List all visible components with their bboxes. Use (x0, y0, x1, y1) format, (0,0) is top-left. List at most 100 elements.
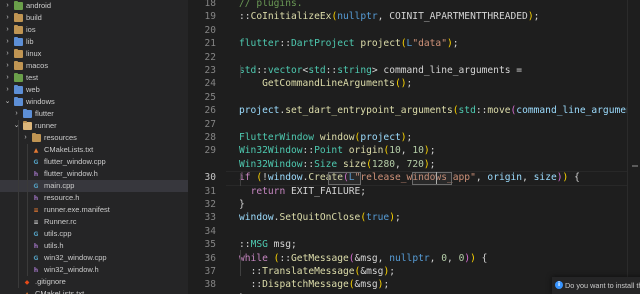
code-token: while (239, 252, 268, 264)
tree-item-label: runner (35, 121, 57, 130)
code-token: } (239, 199, 245, 210)
folder-item[interactable]: › ios (0, 24, 188, 36)
folder-icon (23, 120, 32, 130)
file-item[interactable]: h flutter_window.h (0, 168, 188, 180)
chevron-right-icon[interactable]: › (22, 132, 29, 144)
cmake-icon: ▲ (24, 290, 30, 294)
line-number: 24 (204, 78, 216, 90)
code-token: :: (239, 239, 251, 251)
chevron-right-icon[interactable]: › (4, 0, 11, 12)
code-token: std (458, 105, 476, 117)
file-item[interactable]: Gmain.cpp (0, 180, 188, 192)
code-line[interactable]: GetCommandLineArguments(); (239, 77, 412, 90)
chevron-right-icon[interactable]: › (4, 84, 11, 96)
file-item[interactable]: ▲ CMakeLists.txt (0, 144, 188, 156)
indent-guide (240, 65, 241, 78)
code-line[interactable]: return EXIT_FAILURE; (239, 185, 367, 198)
code-token: vector (267, 65, 303, 76)
notification-toast[interactable]: i Do you want to install the (552, 277, 640, 294)
code-line[interactable]: flutter::DartProject project(L"data"); (239, 37, 459, 50)
code-line[interactable]: if (!window.Create(L"release_windows_app… (239, 171, 580, 184)
line-number: 36 (204, 252, 216, 264)
code-token: 10 (389, 145, 401, 157)
code-token: TranslateMessage (262, 266, 355, 277)
code-token: ; (383, 279, 390, 291)
code-line[interactable]: window.SetQuitOnClose(true); (239, 211, 401, 224)
line-number: 33 (204, 212, 216, 224)
code-editor[interactable]: 18 19 20 21 22 23 24 25 26 27 28 29 30 31 32 33 34 35 36 37… (188, 0, 640, 294)
file-item[interactable]: ≡ Runner.rc (0, 216, 188, 228)
code-line[interactable]: project.set_dart_entrypoint_arguments(st… (239, 104, 640, 117)
chevron-right-icon[interactable]: › (4, 72, 11, 84)
code-token: :: (250, 266, 263, 277)
code-token: window (319, 132, 355, 143)
file-item[interactable]: ≡ runner.exe.manifest (0, 204, 188, 216)
chevron-right-icon[interactable]: › (4, 60, 11, 72)
chevron-right-icon[interactable]: › (13, 108, 20, 120)
code-line[interactable]: std::vector<std::string> command_line_ar… (239, 64, 522, 77)
line-number: 29 (204, 145, 216, 157)
code-token: window (267, 172, 303, 184)
file-item[interactable]: h resource.h (0, 192, 188, 204)
code-line[interactable]: ::MSG msg; (239, 238, 297, 251)
tree-item-label: windows (26, 97, 55, 106)
file-item[interactable]: h utils.h (0, 240, 188, 252)
folder-icon (14, 60, 23, 70)
file-item[interactable]: h win32_window.h (0, 264, 188, 276)
chevron-right-icon[interactable]: › (4, 48, 11, 60)
file-item[interactable]: ◆ .gitignore (0, 276, 188, 288)
file-item[interactable]: ▲ CMakeLists.txt (0, 288, 188, 294)
folder-item[interactable]: › resources (0, 132, 188, 144)
vertical-scrollbar[interactable] (627, 0, 640, 294)
code-token: project (360, 38, 401, 50)
code-token: nullptr (389, 252, 430, 264)
line-number: 21 (204, 38, 216, 50)
code-token: window (239, 212, 274, 224)
code-line[interactable]: ::TranslateMessage(&msg); (239, 265, 395, 278)
chevron-down-icon[interactable]: ⌄ (4, 96, 11, 108)
cpp-file-icon: G (33, 158, 39, 166)
tree-item-label: win32_window.cpp (44, 253, 107, 262)
folder-item[interactable]: › lib (0, 36, 188, 48)
file-item[interactable]: Gwin32_window.cpp (0, 252, 188, 264)
folder-item[interactable]: › web (0, 84, 188, 96)
code-token: ; (389, 266, 395, 277)
folder-item[interactable]: › android (0, 0, 188, 12)
code-token: ; (406, 132, 413, 143)
folder-item[interactable]: ⌄ runner (0, 120, 188, 132)
h-file-icon: h (33, 242, 39, 250)
cpp-file-icon: G (33, 182, 39, 190)
code-line[interactable]: ::DispatchMessage(&msg); (239, 278, 390, 291)
code-line[interactable]: while (::GetMessage(&msg, nullptr, 0, 0)… (239, 252, 487, 265)
code-token: ; (429, 158, 436, 170)
code-token: ; (406, 78, 413, 90)
code-line[interactable]: // plugins. (239, 0, 303, 10)
code-line[interactable]: ::CoInitializeEx(nullptr, COINIT_APARTME… (239, 10, 539, 23)
folder-icon (32, 132, 41, 142)
text-cursor (436, 171, 437, 184)
code-line[interactable]: FlutterWindow window(project); (239, 131, 412, 144)
folder-item[interactable]: ⌄ windows (0, 96, 188, 108)
file-item[interactable]: Gflutter_window.cpp (0, 156, 188, 168)
chevron-right-icon[interactable]: › (4, 12, 11, 24)
line-number: 31 (204, 185, 216, 197)
file-item[interactable]: Gutils.cpp (0, 228, 188, 240)
line-number: 38 (204, 279, 216, 291)
chevron-right-icon[interactable]: › (4, 24, 11, 36)
code-line[interactable]: } (239, 198, 245, 211)
code-token: DartProject (291, 38, 355, 50)
code-line[interactable]: Win32Window::Size size(1280, 720); (239, 158, 435, 171)
folder-item[interactable]: › flutter (0, 108, 188, 120)
code-line[interactable]: Win32Window::Point origin(10, 10); (239, 144, 435, 157)
folder-icon (14, 12, 23, 22)
code-token: , (429, 252, 442, 264)
tree-item-label: ios (26, 25, 36, 34)
code-token: CoInitializeEx (250, 11, 332, 23)
line-number: 20 (204, 24, 216, 36)
chevron-right-icon[interactable]: › (4, 36, 11, 48)
folder-item[interactable]: › macos (0, 60, 188, 72)
folder-item[interactable]: › linux (0, 48, 188, 60)
folder-item[interactable]: › build (0, 12, 188, 24)
line-number: 34 (204, 225, 216, 237)
folder-item[interactable]: › test (0, 72, 188, 84)
